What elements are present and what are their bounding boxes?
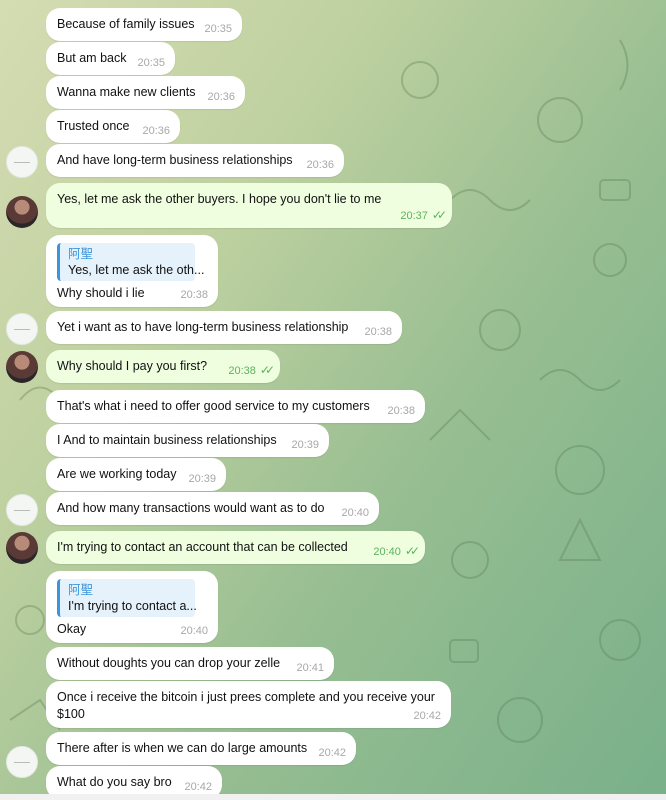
message-bubble[interactable]: And have long-term business relationship… — [46, 144, 344, 177]
avatar[interactable] — [6, 196, 38, 228]
avatar[interactable] — [6, 351, 38, 383]
message-text: Yes, let me ask the other buyers. I hope… — [57, 192, 382, 206]
read-receipt-icon: ✓✓ — [259, 363, 275, 377]
reply-preview: I'm trying to contact a... — [68, 599, 197, 613]
message-time: 20:40 — [341, 507, 369, 519]
message-bubble[interactable]: Without doughts you can drop your zelle … — [46, 647, 334, 680]
reply-quote[interactable]: 阿聖 I'm trying to contact a... — [57, 579, 197, 617]
read-receipt-icon: ✓✓ — [404, 544, 420, 558]
message-text: And how many transactions would want as … — [57, 501, 325, 515]
message-text: That's what i need to offer good service… — [57, 399, 370, 413]
message-bubble[interactable]: That's what i need to offer good service… — [46, 390, 425, 423]
message-time: 20:38 — [180, 289, 208, 301]
message-time: 20:35 — [204, 23, 232, 35]
message-bubble[interactable]: Are we working today 20:39 — [46, 458, 226, 491]
message-bubble[interactable]: There after is when we can do large amou… — [46, 732, 356, 765]
message-bubble[interactable]: And how many transactions would want as … — [46, 492, 379, 525]
avatar[interactable] — [6, 494, 38, 526]
message-time: 20:39 — [188, 473, 216, 485]
reply-author: 阿聖 — [68, 583, 94, 597]
message-time: 20:41 — [296, 662, 324, 674]
avatar[interactable] — [6, 532, 38, 564]
message-time: 20:38 — [387, 405, 415, 417]
message-time: 20:42 — [413, 710, 441, 722]
message-bubble[interactable]: 阿聖 I'm trying to contact a... Okay 20:40 — [46, 571, 218, 643]
reply-quote[interactable]: 阿聖 Yes, let me ask the oth... — [57, 243, 205, 281]
message-bubble[interactable]: Trusted once 20:36 — [46, 110, 180, 143]
message-text: Without doughts you can drop your zelle — [57, 656, 281, 670]
message-time: 20:36 — [306, 159, 334, 171]
reply-preview: Yes, let me ask the oth... — [68, 263, 205, 277]
avatar[interactable] — [6, 746, 38, 778]
message-text: I And to maintain business relationships — [57, 433, 277, 447]
composer-bar-edge — [0, 794, 666, 800]
message-text: I'm trying to contact an account that ca… — [57, 540, 348, 554]
message-bubble[interactable]: I'm trying to contact an account that ca… — [46, 531, 425, 564]
message-bubble[interactable]: Wanna make new clients 20:36 — [46, 76, 245, 109]
message-bubble[interactable]: Yet i want as to have long-term business… — [46, 311, 402, 344]
message-time: 20:40 — [180, 625, 208, 637]
message-time: 20:42 — [318, 747, 346, 759]
message-time: 20:38 ✓✓ — [228, 363, 275, 377]
message-time: 20:38 — [364, 326, 392, 338]
message-time: 20:40 ✓✓ — [373, 544, 420, 558]
avatar[interactable] — [6, 146, 38, 178]
message-bubble[interactable]: Because of family issues 20:35 — [46, 8, 242, 41]
message-bubble[interactable]: Yes, let me ask the other buyers. I hope… — [46, 183, 452, 228]
message-text: There after is when we can do large amou… — [57, 741, 308, 755]
message-text: And have long-term business relationship… — [57, 153, 293, 167]
message-bubble[interactable]: Once i receive the bitcoin i just prees … — [46, 681, 451, 728]
message-text: Once i receive the bitcoin i just prees … — [57, 690, 435, 721]
message-time: 20:36 — [207, 91, 235, 103]
message-time: 20:36 — [142, 125, 170, 137]
message-bubble[interactable]: I And to maintain business relationships… — [46, 424, 329, 457]
message-time: 20:42 — [184, 781, 212, 793]
message-time: 20:37 ✓✓ — [400, 208, 447, 222]
message-text: Yet i want as to have long-term business… — [57, 320, 349, 334]
message-time: 20:35 — [137, 57, 165, 69]
message-bubble[interactable]: 阿聖 Yes, let me ask the oth... Why should… — [46, 235, 218, 307]
message-bubble[interactable]: But am back 20:35 — [46, 42, 175, 75]
reply-author: 阿聖 — [68, 247, 94, 261]
message-bubble[interactable]: Why should I pay you first? 20:38 ✓✓ — [46, 350, 280, 383]
message-time: 20:39 — [291, 439, 319, 451]
read-receipt-icon: ✓✓ — [431, 208, 447, 222]
avatar[interactable] — [6, 313, 38, 345]
